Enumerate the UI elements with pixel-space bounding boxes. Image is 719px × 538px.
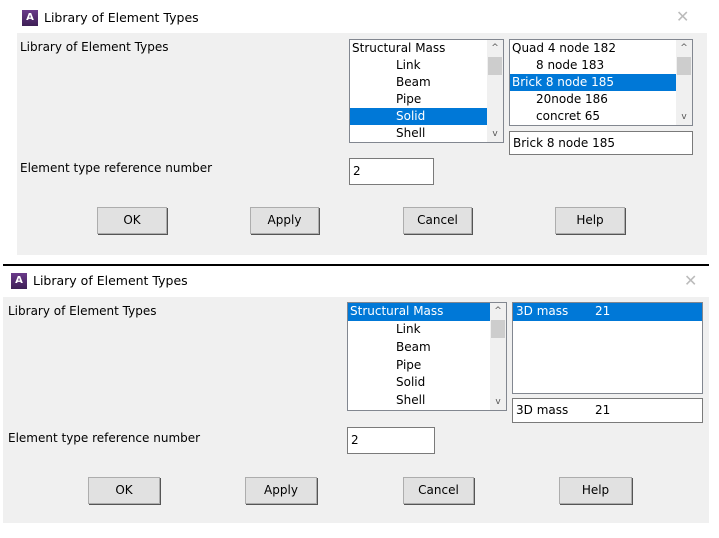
list-item-selected[interactable]: Brick 8 node 185	[510, 74, 676, 91]
help-button[interactable]: Help	[555, 207, 625, 234]
dialog-2: A Library of Element Types ✕ Library of …	[3, 264, 709, 523]
dialog-1: A Library of Element Types ✕ Library of …	[17, 0, 707, 255]
apply-button[interactable]: Apply	[245, 477, 317, 504]
library-label: Library of Element Types	[8, 304, 157, 318]
app-icon: A	[11, 273, 27, 289]
list-item[interactable]: Quad 4 node 182	[510, 40, 616, 57]
app-icon: A	[22, 10, 38, 26]
apply-button[interactable]: Apply	[250, 207, 319, 234]
list-item[interactable]: Shell	[350, 125, 425, 142]
close-icon[interactable]: ✕	[684, 271, 697, 290]
ref-number-input[interactable]: 2	[347, 427, 435, 454]
cancel-button[interactable]: Cancel	[403, 477, 474, 504]
scrollbar[interactable]: ^ v	[487, 40, 503, 142]
help-button[interactable]: Help	[559, 477, 632, 504]
chevron-down-icon[interactable]: v	[487, 126, 503, 142]
list-item[interactable]: concret 65	[510, 108, 600, 125]
cancel-button[interactable]: Cancel	[403, 207, 472, 234]
list-item[interactable]: Shell	[348, 392, 425, 409]
scroll-thumb[interactable]	[491, 320, 505, 338]
category-list[interactable]: Structural Mass Link Beam Pipe Solid She…	[347, 302, 507, 411]
element-list[interactable]: 3D mass 21	[512, 302, 703, 394]
list-item[interactable]: Pipe	[350, 91, 421, 108]
chevron-up-icon[interactable]: ^	[487, 40, 503, 56]
ref-number-label: Element type reference number	[20, 161, 213, 175]
dialog-title: Library of Element Types	[33, 273, 188, 288]
element-list[interactable]: Quad 4 node 182 8 node 183 Brick 8 node …	[509, 39, 693, 126]
list-item[interactable]: Link	[350, 57, 421, 74]
dialog-title: Library of Element Types	[44, 10, 199, 25]
scrollbar[interactable]: ^ v	[676, 40, 692, 125]
ok-button[interactable]: OK	[97, 207, 167, 234]
chevron-up-icon[interactable]: ^	[490, 303, 506, 319]
list-item[interactable]: 8 node 183	[510, 57, 604, 74]
list-item[interactable]: Solid	[348, 374, 425, 391]
list-item-selected[interactable]: Solid	[350, 108, 487, 125]
list-item[interactable]: Pipe	[348, 357, 421, 374]
chevron-down-icon[interactable]: v	[490, 394, 506, 410]
list-item[interactable]: Beam	[350, 74, 431, 91]
list-item[interactable]: Link	[348, 321, 421, 338]
library-label: Library of Element Types	[20, 40, 169, 54]
ref-number-label: Element type reference number	[8, 431, 201, 445]
list-item[interactable]: 20node 186	[510, 91, 608, 108]
close-icon[interactable]: ✕	[676, 7, 689, 26]
list-item-selected[interactable]: 3D mass 21	[513, 303, 702, 321]
element-field[interactable]: Brick 8 node 185	[509, 131, 693, 155]
ok-button[interactable]: OK	[88, 477, 160, 504]
element-field[interactable]: 3D mass 21	[512, 398, 703, 423]
chevron-up-icon[interactable]: ^	[676, 40, 692, 56]
ref-number-input[interactable]: 2	[349, 158, 434, 185]
scroll-thumb[interactable]	[677, 57, 691, 75]
scrollbar[interactable]: ^ v	[490, 303, 506, 410]
list-item[interactable]: Structural Mass	[350, 40, 445, 57]
list-item-selected[interactable]: Structural Mass	[348, 303, 490, 321]
scroll-thumb[interactable]	[488, 57, 502, 75]
category-list[interactable]: Structural Mass Link Beam Pipe Solid She…	[349, 39, 504, 143]
list-item[interactable]: Beam	[348, 339, 431, 356]
chevron-down-icon[interactable]: v	[676, 109, 692, 125]
